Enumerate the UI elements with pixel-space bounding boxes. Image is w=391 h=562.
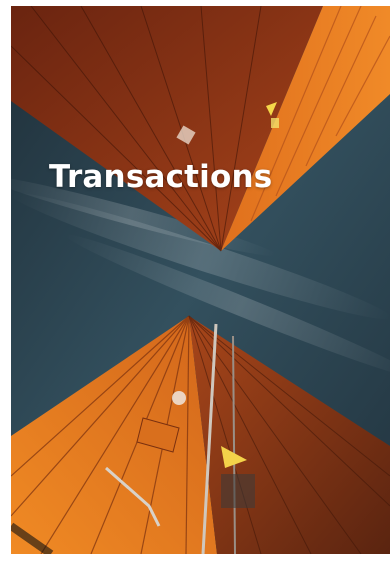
page-title: Transactions (49, 159, 273, 195)
hero-image (11, 6, 390, 554)
hero-card[interactable]: Transactions (11, 6, 390, 554)
